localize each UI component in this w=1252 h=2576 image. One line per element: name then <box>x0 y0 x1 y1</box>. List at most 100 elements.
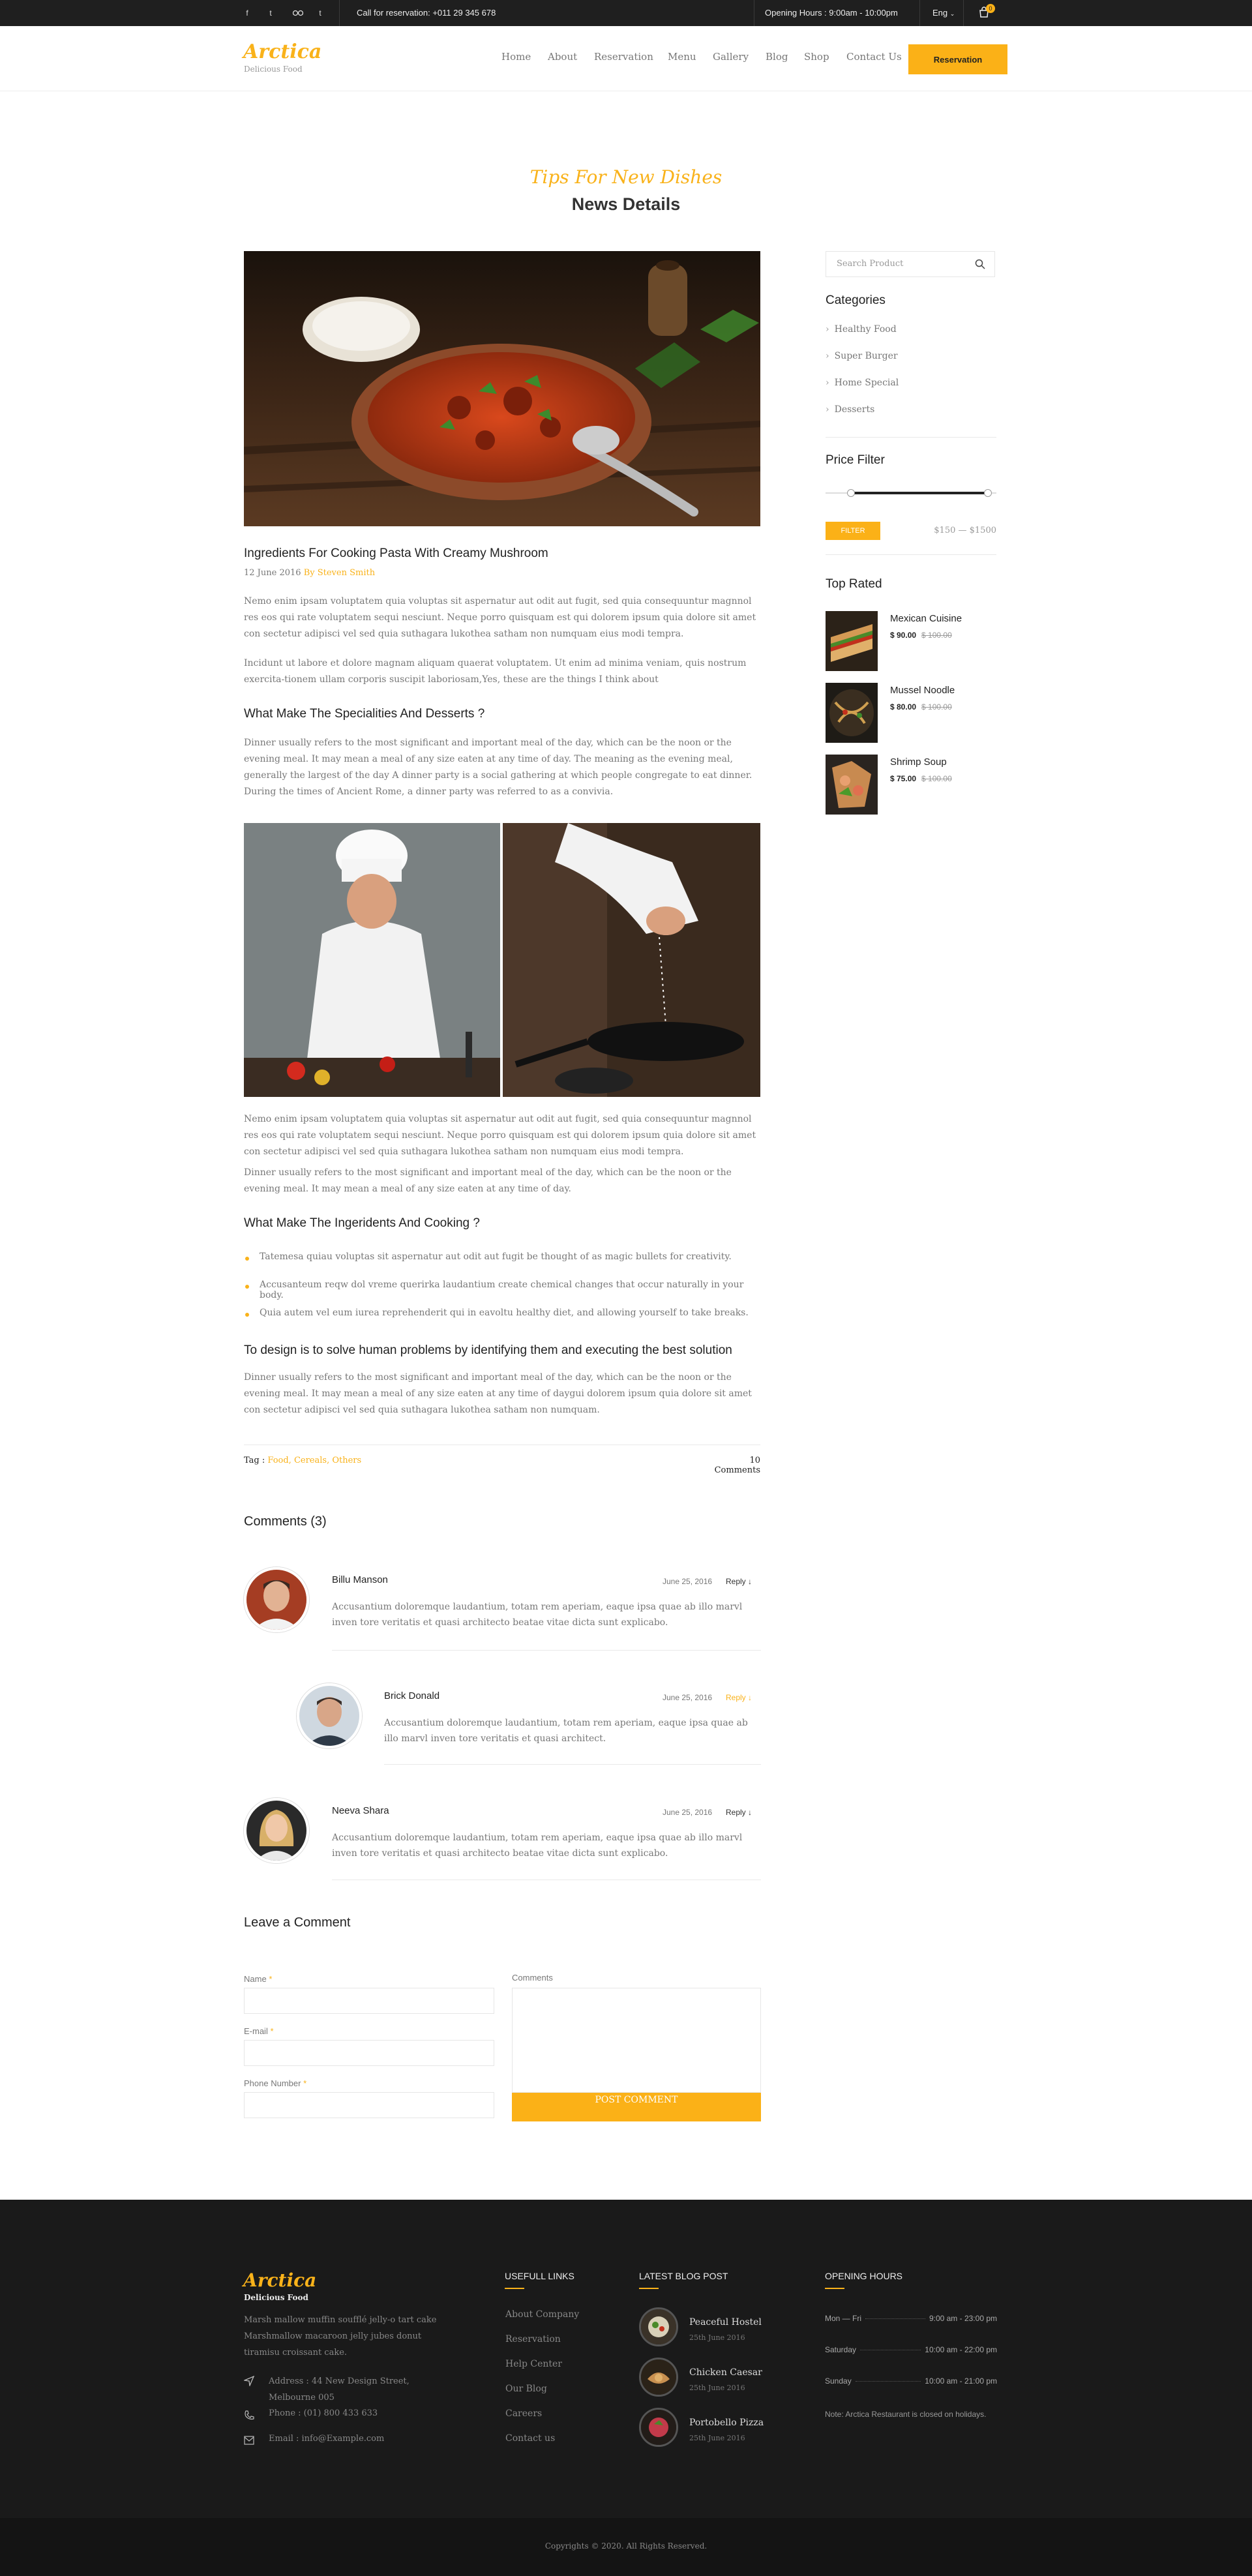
category-healthy-food[interactable]: Healthy Food <box>826 324 897 335</box>
blog-post-title[interactable]: Chicken Caesar <box>689 2367 762 2378</box>
hours-row: Saturday 10:00 am - 22:00 pm <box>825 2345 997 2354</box>
nav-blog[interactable]: Blog <box>766 51 788 63</box>
avatar <box>297 1683 362 1748</box>
phone-field[interactable] <box>244 2092 494 2118</box>
top-rated-image[interactable] <box>826 683 878 743</box>
list-item: Quia autem vel eum iurea reprehenderit q… <box>244 1308 760 1318</box>
facebook-icon[interactable]: f <box>238 0 256 26</box>
article-author[interactable]: By Steven Smith <box>304 568 375 578</box>
reply-icon: ↓ <box>748 1808 753 1817</box>
top-rated-price: $ 90.00 $ 100.00 <box>890 631 952 640</box>
cooking-image <box>503 823 760 1097</box>
heading-design: To design is to solve human problems by … <box>244 1343 732 1357</box>
latest-blog-title: LATEST BLOG POST <box>639 2271 728 2289</box>
top-rated-name[interactable]: Mexican Cuisine <box>890 613 962 624</box>
footer-email[interactable]: Email : info@Example.com <box>269 2434 384 2444</box>
hours-row: Mon — Fri 9:00 am - 23:00 pm <box>825 2314 997 2323</box>
hours-note: Note: Arctica Restaurant is closed on ho… <box>825 2410 987 2419</box>
categories-title: Categories <box>826 293 886 307</box>
reply-button[interactable]: Reply ↓ <box>726 1693 752 1702</box>
nav-gallery[interactable]: Gallery <box>713 51 749 63</box>
search-icon[interactable] <box>975 259 985 269</box>
article-paragraph-5: Dinner usually refers to the most signif… <box>244 1167 732 1194</box>
top-rated-name[interactable]: Mussel Noodle <box>890 685 955 696</box>
email-label: E-mail * <box>244 2026 274 2036</box>
blog-post-title[interactable]: Portobello Pizza <box>689 2418 764 2428</box>
nav-contact[interactable]: Contact Us <box>846 51 902 63</box>
blog-post-date: 25th June 2016 <box>689 2434 745 2442</box>
price-slider[interactable] <box>826 489 996 497</box>
avatar <box>244 1798 309 1863</box>
blog-thumb[interactable] <box>639 2408 678 2447</box>
top-rated-title: Top Rated <box>826 577 882 591</box>
search-box: Search Product <box>826 251 995 277</box>
name-field[interactable] <box>244 1988 494 2014</box>
footer-link-blog[interactable]: Our Blog <box>505 2384 547 2394</box>
blog-post-title[interactable]: Peaceful Hostel <box>689 2317 762 2328</box>
tag-links[interactable]: Food, Cereals, Others <box>267 1456 361 1465</box>
chevron-down-icon: ⌄ <box>949 10 955 17</box>
footer-link-careers[interactable]: Careers <box>505 2408 542 2419</box>
top-rated-image[interactable] <box>826 611 878 671</box>
top-rated-name[interactable]: Shrimp Soup <box>890 756 947 768</box>
footer-logo[interactable]: Arctica <box>243 2269 316 2291</box>
blog-post-date: 25th June 2016 <box>689 2333 745 2342</box>
nav-about[interactable]: About <box>548 51 577 63</box>
reservation-button[interactable]: Reservation <box>908 44 1007 74</box>
hours-row: Sunday 10:00 am - 21:00 pm <box>825 2376 997 2386</box>
footer-address: Address : 44 New Design Street, Melbourn… <box>269 2376 410 2403</box>
top-bar: f t t Call for reservation: +011 29 345 … <box>0 0 1252 26</box>
logo[interactable]: Arctica <box>243 40 321 63</box>
footer-link-reservation[interactable]: Reservation <box>505 2334 561 2344</box>
twitter-icon[interactable]: t <box>261 0 280 26</box>
page-subtitle: Tips For New Dishes <box>529 166 723 188</box>
location-icon <box>244 2376 254 2386</box>
nav-reservation[interactable]: Reservation <box>594 51 653 63</box>
price-filter-title: Price Filter <box>826 453 885 467</box>
email-field[interactable] <box>244 2040 494 2066</box>
footer-link-about[interactable]: About Company <box>505 2309 579 2320</box>
footer-link-help[interactable]: Help Center <box>505 2359 562 2369</box>
tripadvisor-icon[interactable] <box>289 0 307 26</box>
reply-button[interactable]: Reply ↓ <box>726 1577 752 1586</box>
reply-button[interactable]: Reply ↓ <box>726 1808 752 1817</box>
search-input[interactable]: Search Product <box>837 259 903 269</box>
nav-shop[interactable]: Shop <box>804 51 829 63</box>
comment-text: Accusantium doloremque laudantium, totam… <box>384 1718 748 1744</box>
footer-phone: Phone : (01) 800 433 633 <box>269 2408 378 2418</box>
nav-home[interactable]: Home <box>501 51 531 63</box>
comments-count[interactable]: 10 Comments <box>704 1456 760 1475</box>
comment-author: Billu Manson <box>332 1574 388 1585</box>
comment-text: Accusantium doloremque laudantium, totam… <box>332 1833 743 1859</box>
phone-label: Phone Number * <box>244 2078 307 2088</box>
blog-thumb[interactable] <box>639 2307 678 2346</box>
price-range: $150 — $1500 <box>934 526 996 535</box>
category-home-special[interactable]: Home Special <box>826 378 899 388</box>
category-desserts[interactable]: Desserts <box>826 404 875 415</box>
footer <box>0 2200 1252 2518</box>
heading-specialities: What Make The Specialities And Desserts … <box>244 707 485 721</box>
filter-button[interactable]: FILTER <box>826 522 880 540</box>
footer-about: Marsh mallow muffin soufflé jelly-o tart… <box>244 2315 437 2358</box>
language-select[interactable]: Eng ⌄ <box>932 8 955 18</box>
footer-tagline: Delicious Food <box>244 2293 308 2302</box>
comment-text: Accusantium doloremque laudantium, totam… <box>332 1602 743 1628</box>
footer-link-contact[interactable]: Contact us <box>505 2433 555 2444</box>
comment-author: Neeva Shara <box>332 1805 389 1816</box>
tumblr-icon[interactable]: t <box>311 0 329 26</box>
article-paragraph-6: Dinner usually refers to the most signif… <box>244 1372 752 1415</box>
comments-textarea[interactable] <box>512 1988 761 2093</box>
article-title: Ingredients For Cooking Pasta With Cream… <box>244 547 548 560</box>
price-slider-handle-min[interactable] <box>847 489 856 497</box>
category-super-burger[interactable]: Super Burger <box>826 351 898 361</box>
article-paragraph-4: Nemo enim ipsam voluptatem quia voluptas… <box>244 1114 756 1157</box>
top-rated-price: $ 75.00 $ 100.00 <box>890 774 952 783</box>
nav-menu[interactable]: Menu <box>668 51 696 63</box>
top-rated-image[interactable] <box>826 755 878 815</box>
comments-label: Comments <box>512 1973 553 1983</box>
copyright: Copyrights © 2020. All Rights Reserved. <box>544 2541 708 2551</box>
post-comment-button[interactable]: POST COMMENT <box>512 2093 761 2121</box>
price-slider-fill <box>851 492 988 494</box>
price-slider-handle-max[interactable] <box>983 489 992 497</box>
blog-thumb[interactable] <box>639 2358 678 2397</box>
